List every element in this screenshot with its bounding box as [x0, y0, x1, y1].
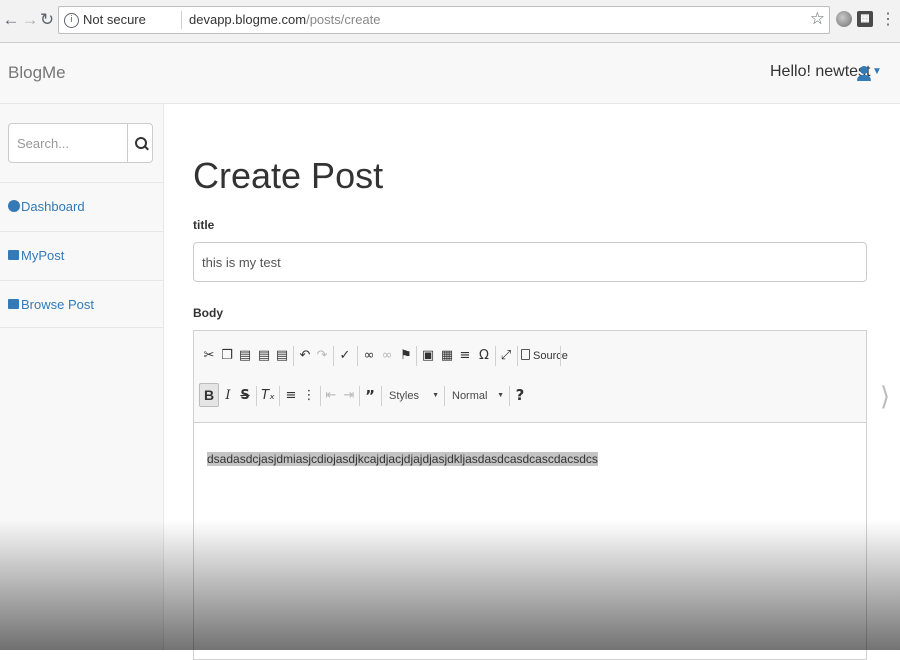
- bold-button[interactable]: B: [199, 383, 219, 407]
- bulleted-list-icon[interactable]: ⋮: [301, 387, 317, 405]
- browser-chrome: ← → ↻ i Not secure devapp.blogme.com/pos…: [0, 0, 900, 43]
- horizontal-line-icon[interactable]: ≡: [457, 347, 473, 365]
- editor-content[interactable]: dsadasdcjasjdmiasjcdiojasdjkcajdjacjdjaj…: [207, 452, 598, 466]
- paste-icon[interactable]: ▤: [237, 347, 253, 365]
- help-icon[interactable]: ?: [512, 386, 528, 404]
- blockquote-icon[interactable]: ”: [362, 387, 378, 405]
- security-status: Not secure: [83, 12, 146, 27]
- sidebar: Dashboard MyPost Browse Post: [0, 104, 164, 650]
- title-input[interactable]: [193, 242, 867, 282]
- dropdown-arrow-icon: ▼: [432, 392, 439, 399]
- dashboard-icon: [8, 200, 20, 212]
- paste-word-icon[interactable]: ▤: [274, 347, 290, 365]
- rich-text-editor: ✂ ❐ ▤ ▤ ▤ ↶ ↷ ✓ ∞ ∞ ⚑ ▣ ▦ ≡ Ω ⤢ Source B…: [193, 330, 867, 660]
- decrease-indent-icon[interactable]: ⇤: [323, 387, 339, 405]
- info-icon[interactable]: i: [64, 13, 79, 28]
- sidebar-item-label: Dashboard: [21, 199, 85, 214]
- dropdown-arrow-icon: ▼: [497, 392, 504, 399]
- sidebar-item-mypost[interactable]: MyPost: [0, 231, 163, 279]
- source-label: Source: [533, 350, 568, 362]
- anchor-flag-icon[interactable]: ⚑: [398, 347, 414, 365]
- user-icon[interactable]: [857, 66, 871, 82]
- styles-label: Styles: [389, 390, 419, 402]
- link-icon[interactable]: ∞: [361, 347, 377, 365]
- sidebar-item-label: MyPost: [21, 248, 65, 263]
- editor-toolbar: ✂ ❐ ▤ ▤ ▤ ↶ ↷ ✓ ∞ ∞ ⚑ ▣ ▦ ≡ Ω ⤢ Source B…: [194, 331, 866, 423]
- caret-down-icon[interactable]: ▼: [872, 66, 882, 77]
- chevron-right-icon[interactable]: ⟩: [880, 382, 890, 412]
- page-title: Create Post: [193, 155, 384, 196]
- brand-logo[interactable]: BlogMe: [8, 63, 66, 83]
- search-group: [8, 123, 153, 163]
- extension-icon[interactable]: ▦: [857, 11, 873, 27]
- url-host: devapp.blogme.com: [189, 12, 307, 27]
- list-icon: [8, 299, 19, 309]
- source-icon: [521, 349, 530, 360]
- undo-icon[interactable]: ↶: [297, 347, 313, 365]
- selected-text[interactable]: dsadasdcjasjdmiasjcdiojasdjkcajdjacjdjaj…: [207, 452, 598, 466]
- sidebar-item-dashboard[interactable]: Dashboard: [0, 182, 163, 230]
- search-input[interactable]: [8, 123, 127, 163]
- url-text[interactable]: devapp.blogme.com/posts/create: [189, 12, 381, 27]
- app-navbar: BlogMe Hello! newtest ▼: [0, 43, 900, 104]
- browser-menu-icon[interactable]: ⋮: [880, 9, 896, 29]
- back-arrow-icon[interactable]: ←: [2, 9, 20, 31]
- image-icon[interactable]: ▣: [420, 347, 436, 365]
- url-divider: [181, 11, 182, 29]
- italic-button[interactable]: I: [220, 387, 236, 405]
- remove-format-icon[interactable]: Tₓ: [260, 387, 276, 405]
- table-icon[interactable]: ▦: [439, 347, 455, 365]
- body-label: Body: [193, 306, 223, 320]
- list-icon: [8, 250, 19, 260]
- search-button[interactable]: [127, 123, 153, 163]
- sidebar-item-browse-post[interactable]: Browse Post: [0, 280, 163, 328]
- strikethrough-button[interactable]: S: [237, 387, 253, 405]
- unlink-icon[interactable]: ∞: [379, 347, 395, 365]
- format-label: Normal: [452, 390, 488, 402]
- spellcheck-icon[interactable]: ✓: [337, 347, 353, 365]
- special-char-icon[interactable]: Ω: [476, 347, 492, 365]
- redo-icon[interactable]: ↷: [314, 347, 330, 365]
- url-path: /posts/create: [306, 12, 381, 27]
- title-label: title: [193, 218, 215, 232]
- sidebar-item-label: Browse Post: [21, 297, 94, 312]
- copy-icon[interactable]: ❐: [219, 347, 235, 365]
- format-dropdown[interactable]: Normal ▼: [452, 386, 504, 406]
- cut-icon[interactable]: ✂: [201, 347, 217, 365]
- increase-indent-icon[interactable]: ⇥: [341, 387, 357, 405]
- paste-text-icon[interactable]: ▤: [256, 347, 272, 365]
- bookmark-star-icon[interactable]: ☆: [810, 9, 825, 29]
- styles-dropdown[interactable]: Styles ▼: [389, 386, 439, 406]
- address-bar[interactable]: i Not secure devapp.blogme.com/posts/cre…: [58, 6, 830, 34]
- extension-icon[interactable]: [836, 11, 852, 27]
- numbered-list-icon[interactable]: ≡: [283, 387, 299, 405]
- maximize-icon[interactable]: ⤢: [498, 347, 514, 365]
- user-greeting[interactable]: Hello! newtest: [770, 63, 871, 81]
- forward-arrow-icon[interactable]: →: [21, 9, 39, 31]
- reload-icon[interactable]: ↻: [38, 9, 56, 31]
